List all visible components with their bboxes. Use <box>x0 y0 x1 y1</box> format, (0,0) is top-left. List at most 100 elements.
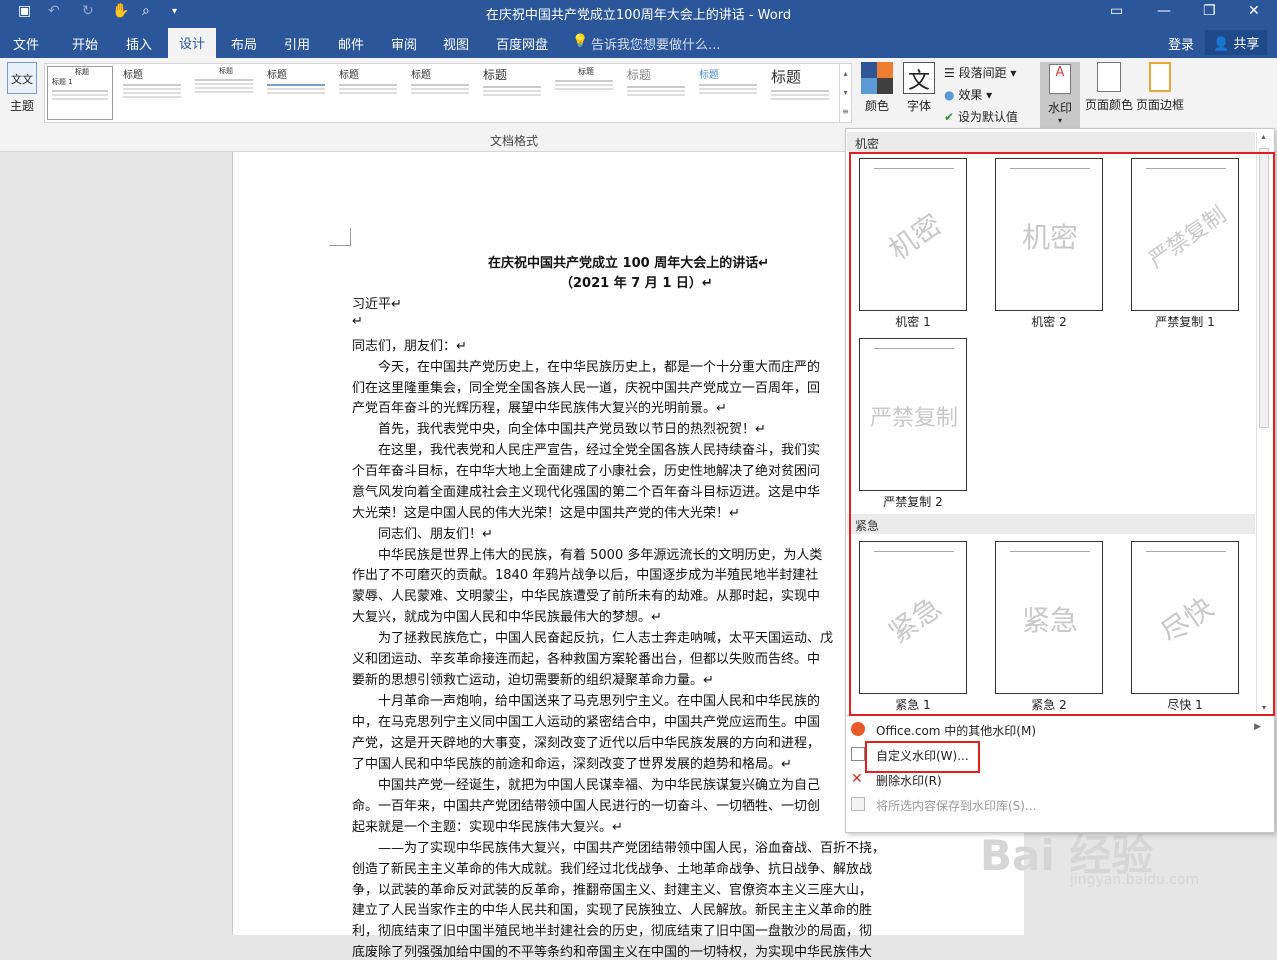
colors-button[interactable]: 颜色 <box>860 62 894 114</box>
document-line: 们在这里隆重集会，同全党全国各族人民一道，庆祝中国共产党成立一百周年，回 <box>352 381 821 396</box>
style-set-item[interactable]: 标题 <box>551 66 617 120</box>
page-color-label: 页面颜色 <box>1084 98 1133 112</box>
style-set-item[interactable]: 标题 <box>407 66 473 120</box>
set-default-label: 设为默认值 <box>957 110 1018 124</box>
user-icon: 👤 <box>1213 37 1230 52</box>
style-set-item[interactable]: 标题 <box>767 66 833 120</box>
document-line: ↵ <box>352 314 363 329</box>
document-line: 蒙辱、人民蒙难、文明蒙尘，中华民族遭受了前所未有的劫难。从那时起，实现中 <box>352 589 821 604</box>
submenu-arrow-icon: ▶ <box>1254 722 1261 732</box>
watermark-label: 水印 <box>1047 101 1072 115</box>
restore-icon[interactable]: ❐ <box>1203 3 1216 19</box>
office-globe-icon <box>851 722 865 736</box>
set-default-button[interactable]: ✔ 设为默认值 <box>944 108 1018 125</box>
document-line: 义和团运动、辛亥革命接连而起，各种救国方案轮番出台，但都以失败而告终。中 <box>352 652 821 667</box>
document-line: 首先，我代表党中央，向全体中国共产党员致以节日的热烈祝贺！↵ <box>352 422 766 437</box>
fonts-label: 字体 <box>906 99 931 113</box>
document-line: 个百年奋斗目标，在中华大地上全面建成了小康社会，历史性地解决了绝对贫困问 <box>352 464 821 479</box>
gallery-caption: 文档格式 <box>490 134 539 148</box>
menu-remove-watermark[interactable]: 删除水印(R) <box>876 772 942 789</box>
custom-watermark-icon <box>851 747 865 761</box>
document-line: 十月革命一声炮响，给中国送来了马克思列宁主义。在中国人民和中华民族的 <box>352 694 821 709</box>
menu-more-watermarks[interactable]: Office.com 中的其他水印(M) ▶ <box>876 722 1261 739</box>
document-line: 要新的思想引领救亡运动，迫切需要新的组织凝聚革命力量。↵ <box>352 673 714 688</box>
style-set-item[interactable]: 标题 <box>119 66 185 120</box>
document-line: 创造了新民主主义革命的伟大成就。我们经过北伐战争、土地革命战争、抗日战争、解放战 <box>352 862 873 877</box>
style-set-item[interactable]: 标题 标题 1 <box>47 66 113 120</box>
document-line: 意气风发向着全面建成社会主义现代化强国的第二个百年奋斗目标迈进。这是中华 <box>352 485 821 500</box>
minimize-icon[interactable]: — <box>1157 3 1171 19</box>
paragraph-spacing-button[interactable]: ☰ 段落间距 ▾ <box>944 64 1016 81</box>
document-line: 在庆祝中国共产党成立 100 周年大会上的讲话↵ <box>488 256 770 271</box>
document-line: 同志们、朋友们！↵ <box>352 527 493 542</box>
document-line: 建立了人民当家作主的中华人民共和国，实现了民族独立、人民解放。新民主主义革命的胜 <box>352 903 873 918</box>
lightbulb-icon: 💡 <box>572 34 589 49</box>
document-line: 习近平↵ <box>352 297 402 312</box>
page-color-button[interactable]: 页面颜色 <box>1082 62 1136 113</box>
sign-in-link[interactable]: 登录 <box>1168 34 1194 53</box>
page-color-icon <box>1097 62 1121 92</box>
menu-save-to-gallery: 将所选内容保存到水印库(S)... <box>876 799 1037 813</box>
page-border-button[interactable]: 页面边框 <box>1134 62 1186 113</box>
style-set-item[interactable]: 标题 <box>623 66 689 120</box>
page-border-icon <box>1149 62 1171 92</box>
tab-mailings[interactable]: 邮件 <box>338 34 364 53</box>
colors-label: 颜色 <box>864 99 889 113</box>
title-bar: ▣ ↶ ↻ ✋ ⌕ ▾ 在庆祝中国共产党成立100周年大会上的讲话 - Word… <box>0 0 1277 24</box>
effects-icon: ● <box>944 88 955 102</box>
style-set-item[interactable]: 标题 <box>191 66 257 120</box>
document-line: 大光荣！这是中国人民的伟大光荣！这是中国共产党的伟大光荣！↵ <box>352 506 740 521</box>
fonts-button[interactable]: 文 字体 <box>902 62 936 114</box>
document-line: 命。一百年来，中国共产党团结带领中国人民进行的一切奋斗、一切牺牲、一切创 <box>352 799 821 814</box>
watermark-button[interactable]: A 水印 ▾ <box>1040 62 1080 132</box>
fonts-icon: 文 <box>903 62 935 94</box>
tab-file[interactable]: 文件 <box>13 34 39 53</box>
document-line: 中，在马克思列宁主义同中国工人运动的紧密结合中，中国共产党应运而生。中国 <box>352 715 821 730</box>
remove-watermark-icon: ✕ <box>851 771 863 787</box>
effects-button[interactable]: ● 效果 ▾ <box>944 86 992 103</box>
close-icon[interactable]: ✕ <box>1248 3 1260 19</box>
tab-review[interactable]: 审阅 <box>391 34 417 53</box>
document-line: 作出了不可磨灭的贡献。1840 年鸦片战争以后，中国逐步成为半殖民地半封建社 <box>352 568 819 583</box>
tab-view[interactable]: 视图 <box>443 34 469 53</box>
paragraph-spacing-label: 段落间距 <box>958 66 1007 80</box>
document-line: 底废除了列强强加给中国的不平等条约和帝国主义在中国的一切特权，为实现中华民族伟大 <box>352 945 873 960</box>
document-line: 起来就是一个主题：实现中华民族伟大复兴。↵ <box>352 820 623 835</box>
document-line: 中华民族是世界上伟大的民族，有着 5000 多年源远流长的文明历史，为人类 <box>352 548 823 563</box>
menu-custom-watermark[interactable]: 自定义水印(W)... <box>876 747 969 764</box>
colors-icon <box>861 62 893 94</box>
document-line: 为了拯救民族危亡，中国人民奋起反抗，仁人志士奔走呐喊，太平天国运动、戊 <box>352 631 834 646</box>
tab-references[interactable]: 引用 <box>284 34 310 53</box>
document-format-gallery: 标题 标题 1 标题 标题 标题 标题 标题 标题 标题 标题 标题 标题 ▴ ▾ ≡ <box>44 63 852 123</box>
style-set-item[interactable]: 标题 <box>335 66 401 120</box>
tab-layout[interactable]: 布局 <box>231 34 257 53</box>
gallery-scroll[interactable]: ▴ ▾ ≡ <box>839 64 851 122</box>
scroll-up-icon[interactable]: ▴ <box>1257 132 1270 141</box>
document-line: 中国共产党一经诞生，就把为中国人民谋幸福、为中华民族谋复兴确立为自己 <box>352 778 821 793</box>
tab-design[interactable]: 设计 <box>168 28 217 60</box>
save-watermark-icon <box>851 797 865 811</box>
section-confidential: 机密 <box>847 132 1255 152</box>
tab-home[interactable]: 开始 <box>72 34 98 53</box>
document-line: 大复兴，就成为中国人民和中华民族最伟大的梦想。↵ <box>352 610 662 625</box>
style-set-item[interactable]: 标题 <box>695 66 761 120</box>
theme-button[interactable]: 文文 主题 <box>6 62 38 114</box>
document-line: 利，彻底结束了旧中国半殖民地半封建社会的历史，彻底结束了旧中国一盘散沙的局面，彻 <box>352 924 873 939</box>
style-set-item[interactable]: 标题 <box>263 66 329 120</box>
tab-baidu-netdisk[interactable]: 百度网盘 <box>496 34 548 53</box>
style-set-item[interactable]: 标题 <box>479 66 545 120</box>
ribbon-display-icon[interactable]: ▭ <box>1110 3 1123 19</box>
document-line: ——为了实现中华民族伟大复兴，中国共产党团结带领中国人民，浴血奋战、百折不挠， <box>352 841 886 856</box>
share-button[interactable]: 👤 共享 <box>1205 30 1268 55</box>
menu-more-label: Office.com 中的其他水印(M) <box>876 724 1037 738</box>
tell-me-input[interactable]: 告诉我您想要做什么... <box>591 34 720 53</box>
document-line: 今天，在中国共产党历史上，在中华民族历史上，都是一个十分重大而庄严的 <box>352 360 821 375</box>
page-border-label: 页面边框 <box>1135 98 1184 112</box>
check-icon: ✔ <box>944 110 955 124</box>
baidu-jingyan-url: jingyan.baidu.com <box>1070 872 1200 888</box>
theme-icon: 文文 <box>7 62 37 94</box>
tab-insert[interactable]: 插入 <box>126 34 152 53</box>
document-line: 产党，这是开天辟地的大事变，深刻改变了近代以后中华民族发展的方向和进程， <box>352 736 821 751</box>
share-label: 共享 <box>1233 37 1260 52</box>
paragraph-spacing-icon: ☰ <box>944 66 955 80</box>
